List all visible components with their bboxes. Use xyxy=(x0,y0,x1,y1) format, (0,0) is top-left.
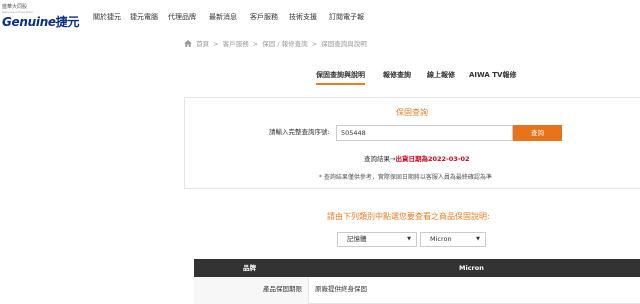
logo-cn-text: 捷元 xyxy=(55,15,80,29)
serial-label: 請輸入完整查詢序號: xyxy=(269,128,330,136)
query-note: * 查詢結果僅供參考，實際保固日期將以客服人員為最終確認為準 xyxy=(319,174,492,181)
nav-item-about[interactable]: 關於捷元 xyxy=(93,12,121,22)
query-button[interactable]: 查詢 xyxy=(513,125,562,141)
company-logo[interactable]: 盛華大同股 Genuine Corporation Genuine捷元 xyxy=(2,4,82,30)
nav-item-brands[interactable]: 代理品牌 xyxy=(168,12,196,22)
category-select-value: 記憶體 xyxy=(347,235,367,243)
breadcrumb-separator: > xyxy=(213,40,219,48)
tab-online-repair[interactable]: 線上報修 xyxy=(427,70,455,80)
row-label-warranty-period: 產品保固期限 xyxy=(194,277,309,304)
breadcrumb-item-warranty[interactable]: 保固 / 報修查詢 xyxy=(262,40,307,48)
chevron-down-icon: ▼ xyxy=(407,236,411,242)
breadcrumb: 首頁 > 客戶服務 > 保固 / 報修查詢 > 保固查詢與說明 xyxy=(184,38,367,50)
table-header-brand: 品牌 xyxy=(243,264,256,272)
site-header: 盛華大同股 Genuine Corporation Genuine捷元 關於捷元… xyxy=(0,0,640,34)
nav-item-newsletter[interactable]: 訂閱電子報 xyxy=(329,12,364,22)
result-value: 出貨日期為2022-03-02 xyxy=(395,155,470,163)
table-row: 產品保固期限 原廠提供終身保固 xyxy=(194,277,640,304)
tab-aiwa-tv-repair[interactable]: AIWA TV報修 xyxy=(469,70,516,80)
breadcrumb-item-current: 保固查詢與說明 xyxy=(321,40,367,48)
category-select[interactable]: 記憶體 ▼ xyxy=(337,232,417,247)
serial-input[interactable] xyxy=(336,125,513,141)
query-title: 保固查詢 xyxy=(396,108,428,117)
result-label: 查詢結果→ xyxy=(364,155,396,163)
breadcrumb-item-home[interactable]: 首頁 xyxy=(196,40,209,48)
tab-repair-query[interactable]: 報修查詢 xyxy=(383,70,411,80)
warranty-table-header: 品牌 Micron xyxy=(194,259,640,277)
tab-warranty-info[interactable]: 保固查詢與說明 xyxy=(316,70,365,85)
logo-brand-text: Genuine xyxy=(2,15,56,29)
category-title: 請由下列類別中點選您要查看之商品保固說明: xyxy=(327,212,490,221)
row-value-warranty-period: 原廠提供終身保固 xyxy=(315,285,367,293)
query-result: 查詢結果→出貨日期為2022-03-02 xyxy=(364,155,470,164)
warranty-query-panel: 保固查詢 請輸入完整查詢序號: 查詢 查詢結果→出貨日期為2022-03-02 … xyxy=(184,97,640,189)
nav-item-news[interactable]: 最新消息 xyxy=(209,12,237,22)
nav-item-tech-support[interactable]: 技術支援 xyxy=(289,12,317,22)
nav-item-computers[interactable]: 捷元電腦 xyxy=(130,12,158,22)
table-header-micron: Micron xyxy=(459,264,484,272)
brand-select[interactable]: Micron ▼ xyxy=(420,232,486,247)
breadcrumb-separator: > xyxy=(252,40,259,48)
breadcrumb-item-customer-service[interactable]: 客戶服務 xyxy=(223,40,249,48)
logo-main-text: Genuine捷元 xyxy=(2,15,79,29)
breadcrumb-separator: > xyxy=(311,40,318,48)
home-icon[interactable] xyxy=(184,40,192,47)
brand-select-value: Micron xyxy=(430,235,452,243)
logo-sub-text: Genuine Corporation xyxy=(2,10,34,14)
nav-item-customer-service[interactable]: 客戶服務 xyxy=(250,12,278,22)
chevron-down-icon: ▼ xyxy=(476,236,480,242)
